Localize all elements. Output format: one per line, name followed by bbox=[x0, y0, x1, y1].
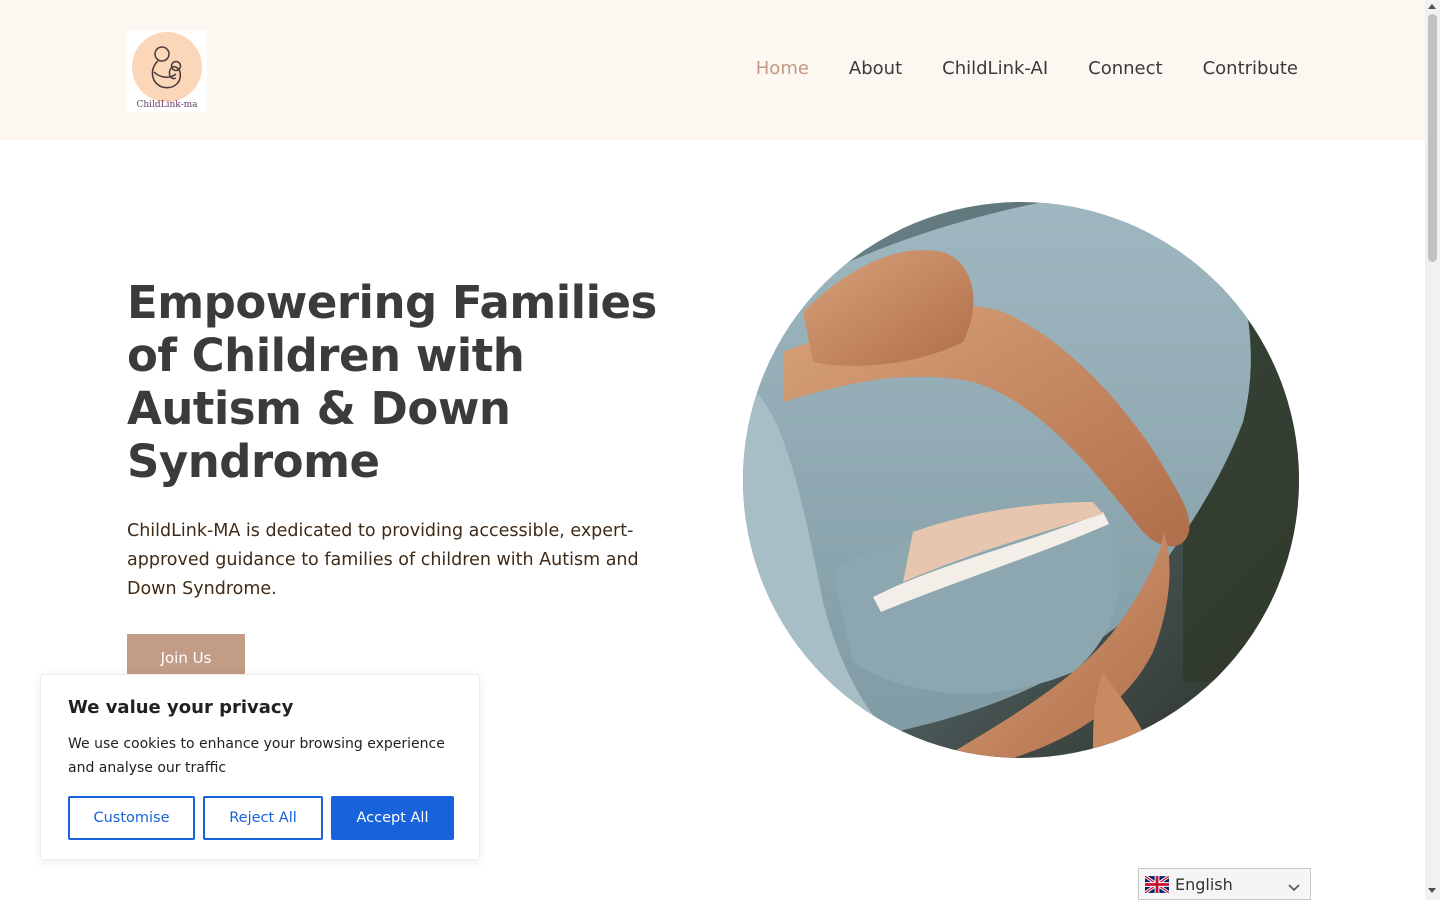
language-label: English bbox=[1175, 874, 1233, 894]
nav-childlink-ai[interactable]: ChildLink-AI bbox=[942, 58, 1048, 79]
chevron-down-icon bbox=[1288, 878, 1300, 897]
cookie-text: We use cookies to enhance your browsing … bbox=[68, 736, 445, 776]
customise-button[interactable]: Customise bbox=[68, 796, 195, 840]
site-header: ChildLink-ma Home About ChildLink-AI Con… bbox=[0, 0, 1425, 140]
nav-connect[interactable]: Connect bbox=[1088, 58, 1162, 79]
nav-about[interactable]: About bbox=[849, 58, 902, 79]
hug-photo bbox=[743, 202, 1299, 758]
nav-contribute[interactable]: Contribute bbox=[1203, 58, 1298, 79]
main-nav: Home About ChildLink-AI Connect Contribu… bbox=[756, 58, 1298, 79]
accept-all-button[interactable]: Accept All bbox=[331, 796, 454, 840]
logo-text: ChildLink-ma bbox=[136, 100, 198, 110]
uk-flag-icon bbox=[1145, 875, 1169, 893]
site-logo[interactable]: ChildLink-ma bbox=[127, 30, 207, 112]
logo-circle bbox=[132, 32, 202, 102]
hero-title: Empowering Families of Children with Aut… bbox=[127, 276, 657, 488]
reject-all-button[interactable]: Reject All bbox=[203, 796, 323, 840]
mother-child-icon bbox=[151, 46, 182, 89]
hero-image bbox=[743, 202, 1299, 758]
scroll-down-arrow-icon[interactable] bbox=[1428, 888, 1436, 893]
nav-home[interactable]: Home bbox=[756, 58, 809, 79]
cookie-consent-banner: We value your privacy We use cookies to … bbox=[40, 674, 480, 860]
cookie-title: We value your privacy bbox=[68, 697, 294, 718]
page-scrollbar[interactable] bbox=[1425, 0, 1440, 900]
scroll-thumb[interactable] bbox=[1428, 14, 1437, 262]
scroll-up-arrow-icon[interactable] bbox=[1428, 4, 1436, 9]
hero-description: ChildLink-MA is dedicated to providing a… bbox=[127, 521, 639, 599]
language-selector[interactable]: English bbox=[1138, 868, 1311, 900]
